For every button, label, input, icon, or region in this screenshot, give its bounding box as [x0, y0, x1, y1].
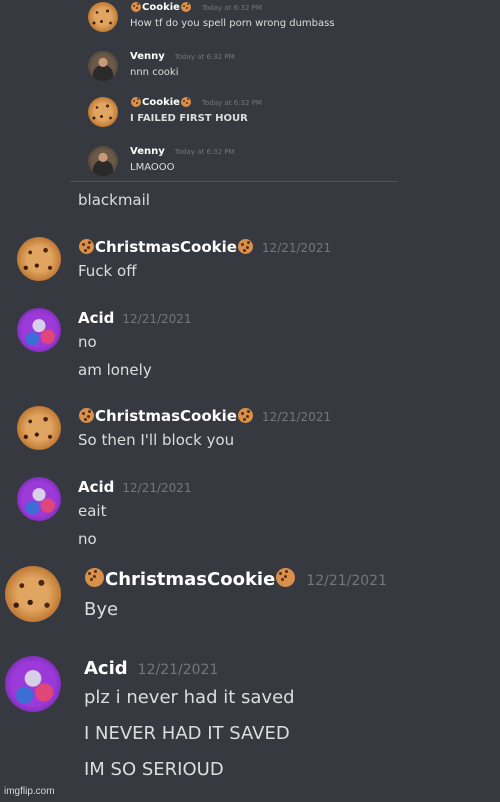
cookie-avatar-icon[interactable]	[17, 406, 61, 450]
message-text: no	[78, 333, 97, 351]
cookie-emoji-icon	[180, 97, 191, 107]
cookie-emoji-icon	[237, 239, 253, 254]
message-header: ChristmasCookie 12/21/2021	[78, 407, 331, 425]
username[interactable]: ChristmasCookie	[95, 238, 237, 256]
message-text: plz i never had it saved	[84, 687, 295, 708]
cookie-emoji-icon	[79, 239, 94, 254]
username[interactable]: Acid	[78, 309, 114, 327]
message-header: ChristmasCookie 12/21/2021	[84, 568, 387, 590]
embedded-timestamp: Today at 6:32 PM	[201, 99, 262, 107]
timestamp: 12/21/2021	[122, 312, 192, 326]
embedded-timestamp: Today at 6:32 PM	[201, 4, 262, 12]
embedded-username: Venny Today at 6:32 PM	[130, 146, 235, 157]
venny-avatar-icon	[88, 51, 118, 81]
message-text: I NEVER HAD IT SAVED	[84, 723, 290, 744]
timestamp: 12/21/2021	[122, 481, 192, 495]
embedded-message-text: nnn cooki	[130, 67, 179, 78]
cookie-emoji-icon	[85, 568, 104, 587]
message-header: Acid 12/21/2021	[78, 478, 192, 496]
message-text: So then I'll block you	[78, 431, 235, 449]
acid-avatar-icon[interactable]	[5, 656, 61, 712]
embedded-message-text: LMAOOO	[130, 162, 175, 173]
caption-text: blackmail	[78, 191, 150, 209]
message-text: no	[78, 530, 97, 548]
message-text: eait	[78, 502, 107, 520]
timestamp: 12/21/2021	[137, 662, 219, 678]
acid-avatar-icon[interactable]	[17, 308, 61, 352]
cookie-avatar-icon[interactable]	[5, 566, 61, 622]
cookie-emoji-icon	[131, 2, 141, 12]
cookie-emoji-icon	[79, 408, 94, 423]
watermark-text: imgflip.com	[4, 786, 55, 797]
cookie-avatar-icon	[88, 2, 118, 32]
message-header: ChristmasCookie 12/21/2021	[78, 238, 331, 256]
cookie-avatar-icon	[88, 97, 118, 127]
message-text: IM SO SERIOUD	[84, 759, 224, 780]
cookie-emoji-icon	[237, 408, 253, 423]
message-text: Fuck off	[78, 262, 137, 280]
embedded-username: Cookie Today at 6:32 PM	[130, 2, 262, 13]
cookie-emoji-icon	[131, 97, 141, 107]
username[interactable]: Acid	[84, 658, 128, 679]
embedded-timestamp: Today at 6:32 PM	[174, 148, 235, 156]
timestamp: 12/21/2021	[261, 410, 332, 424]
message-text: am lonely	[78, 361, 152, 379]
embedded-message-text: How tf do you spell porn wrong dumbass	[130, 18, 335, 29]
embedded-screenshot: Cookie Today at 6:32 PM How tf do you spe…	[70, 0, 398, 182]
cookie-emoji-icon	[180, 2, 191, 12]
embedded-divider	[70, 181, 398, 182]
cookie-avatar-icon[interactable]	[17, 237, 61, 281]
embedded-timestamp: Today at 6:32 PM	[174, 53, 235, 61]
username[interactable]: Acid	[78, 478, 114, 496]
embedded-username: Cookie Today at 6:32 PM	[130, 97, 262, 108]
message-header: Acid 12/21/2021	[78, 309, 192, 327]
message-header: Acid 12/21/2021	[84, 658, 218, 679]
embedded-message-text: I FAILED FIRST HOUR	[130, 113, 248, 124]
venny-avatar-icon	[88, 146, 118, 176]
timestamp: 12/21/2021	[306, 573, 387, 589]
acid-avatar-icon[interactable]	[17, 477, 61, 521]
username[interactable]: ChristmasCookie	[95, 407, 237, 425]
embedded-username: Venny Today at 6:32 PM	[130, 51, 235, 62]
message-text: Bye	[84, 599, 119, 620]
username[interactable]: ChristmasCookie	[105, 569, 275, 590]
cookie-emoji-icon	[276, 568, 296, 587]
timestamp: 12/21/2021	[261, 241, 332, 255]
